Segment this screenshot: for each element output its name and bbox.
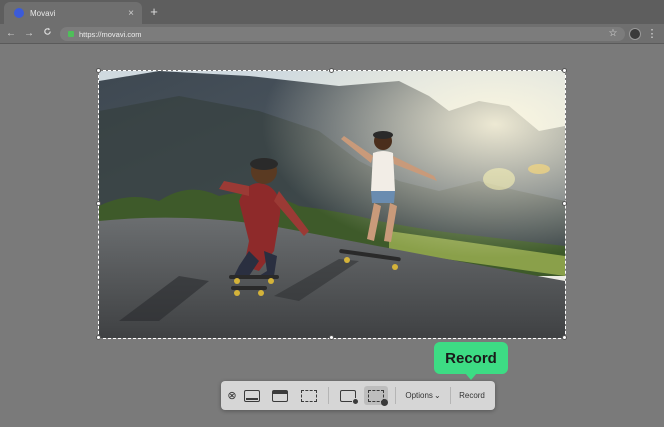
profile-avatar[interactable]	[629, 28, 641, 40]
fullscreen-capture-button[interactable]	[241, 386, 263, 405]
capture-region[interactable]	[98, 70, 566, 339]
fullscreen-icon	[244, 389, 260, 402]
record-callout-pointer	[465, 373, 477, 380]
window-icon	[272, 389, 288, 402]
back-icon[interactable]: ←	[4, 26, 18, 42]
area-capture-button[interactable]	[298, 386, 320, 405]
browser-toolbar: ← → https://movavi.com ☆ ⋮	[0, 24, 664, 44]
area-select-icon	[301, 389, 317, 402]
resize-handle-left[interactable]	[96, 201, 101, 206]
chevron-down-icon: ⌄	[433, 391, 441, 400]
toolbar-divider	[328, 387, 329, 404]
url-text: https://movavi.com	[79, 29, 142, 39]
resize-handle-bottom-left[interactable]	[96, 335, 101, 340]
record-button[interactable]: Record	[451, 386, 493, 405]
forward-icon[interactable]: →	[22, 26, 36, 42]
resize-handle-top-left[interactable]	[96, 68, 101, 73]
address-bar[interactable]: https://movavi.com	[60, 27, 625, 41]
window-capture-button[interactable]	[269, 386, 291, 405]
favicon-icon	[14, 8, 24, 18]
resize-handle-right[interactable]	[562, 201, 567, 206]
browser-tab[interactable]: Movavi ×	[4, 2, 142, 24]
resize-handle-bottom-right[interactable]	[562, 335, 567, 340]
resize-handle-bottom[interactable]	[329, 335, 334, 340]
webcam-icon	[340, 389, 359, 405]
tab-bar: Movavi × +	[0, 0, 664, 24]
region-record-icon	[368, 389, 388, 406]
reload-icon[interactable]	[40, 26, 54, 42]
recording-toolbar: ⊗ Options ⌄ Record	[221, 381, 495, 410]
webcam-toggle-button[interactable]	[336, 386, 360, 405]
close-icon: ⊗	[227, 390, 237, 402]
menu-icon[interactable]: ⋮	[646, 26, 658, 42]
tab-close-icon[interactable]: ×	[124, 8, 138, 19]
skateboarders-photo	[99, 71, 565, 338]
region-record-toggle-button[interactable]	[364, 386, 388, 406]
tab-title: Movavi	[30, 8, 56, 18]
toolbar-divider	[395, 387, 396, 404]
new-tab-button[interactable]: +	[147, 3, 161, 21]
secure-lock-icon	[68, 31, 74, 37]
resize-handle-top[interactable]	[329, 68, 334, 73]
record-callout-label: Record	[445, 349, 497, 367]
options-dropdown-button[interactable]: Options ⌄	[399, 386, 447, 405]
resize-handle-top-right[interactable]	[562, 68, 567, 73]
options-label: Options	[405, 391, 433, 400]
close-toolbar-button[interactable]: ⊗	[225, 386, 239, 405]
bookmark-star-icon[interactable]: ☆	[606, 26, 620, 42]
record-callout: Record	[434, 342, 508, 374]
record-label: Record	[459, 391, 485, 400]
